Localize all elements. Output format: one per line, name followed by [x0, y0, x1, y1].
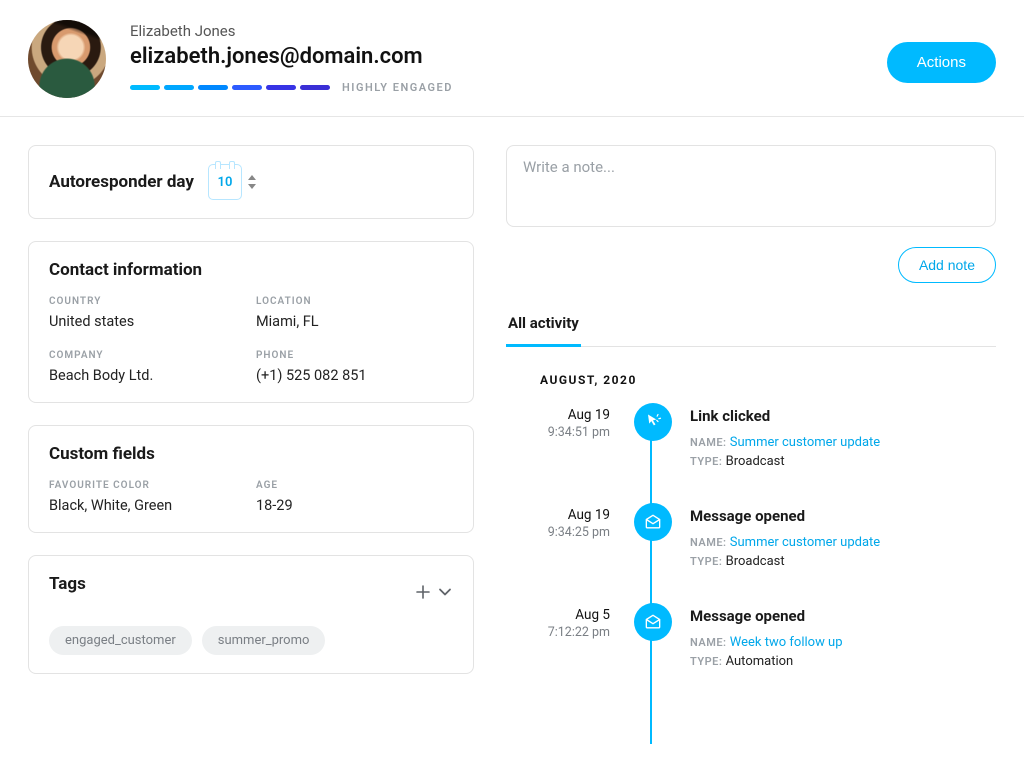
- message-open-icon: [634, 503, 672, 541]
- add-tag-icon[interactable]: [415, 584, 431, 600]
- timeline-item: Aug 19 9:34:25 pm Message opened: [506, 507, 996, 573]
- message-open-icon: [634, 603, 672, 641]
- contact-email: elizabeth.jones@domain.com: [130, 44, 996, 69]
- timeline-title: Message opened: [690, 607, 996, 625]
- timeline-campaign-link[interactable]: Summer customer update: [730, 535, 880, 550]
- activity-tabs: All activity: [506, 313, 996, 347]
- timeline-type: Broadcast: [726, 554, 785, 569]
- info-value: Black, White, Green: [49, 497, 246, 514]
- meta-label-name: NAME:: [690, 636, 727, 649]
- timeline-time: 7:12:22 pm: [506, 625, 610, 640]
- engagement-bar: [130, 85, 330, 90]
- info-label: AGE: [256, 480, 453, 491]
- contact-info-card: Contact information COUNTRY United state…: [28, 241, 474, 403]
- engagement-label: HIGHLY ENGAGED: [342, 81, 453, 94]
- info-value: United states: [49, 313, 246, 330]
- info-label: COMPANY: [49, 350, 246, 361]
- add-note-button[interactable]: Add note: [898, 247, 996, 283]
- meta-label-name: NAME:: [690, 536, 727, 549]
- meta-label-type: TYPE:: [690, 555, 722, 568]
- meta-label-name: NAME:: [690, 436, 727, 449]
- timeline-date: Aug 5: [506, 607, 610, 623]
- custom-fields-card: Custom fields FAVOURITE COLOR Black, Whi…: [28, 425, 474, 533]
- tags-card: Tags engaged_customer summer_promo: [28, 555, 474, 674]
- timeline-type: Broadcast: [726, 454, 785, 469]
- meta-label-type: TYPE:: [690, 455, 722, 468]
- contact-name: Elizabeth Jones: [130, 22, 996, 40]
- meta-label-type: TYPE:: [690, 655, 722, 668]
- activity-timeline: Aug 19 9:34:51 pm Link clicked N: [506, 407, 996, 707]
- actions-button[interactable]: Actions: [887, 42, 996, 83]
- contact-header: Elizabeth Jones elizabeth.jones@domain.c…: [0, 0, 1024, 117]
- timeline-campaign-link[interactable]: Summer customer update: [730, 435, 880, 450]
- info-label: PHONE: [256, 350, 453, 361]
- info-label: FAVOURITE COLOR: [49, 480, 246, 491]
- autoresponder-title: Autoresponder day: [49, 172, 194, 192]
- chevron-down-icon[interactable]: [437, 584, 453, 600]
- info-value: (+1) 525 082 851: [256, 367, 453, 384]
- info-label: LOCATION: [256, 296, 453, 307]
- link-click-icon: [634, 403, 672, 441]
- timeline-title: Message opened: [690, 507, 996, 525]
- avatar: [28, 20, 106, 98]
- timeline-type: Automation: [726, 654, 794, 669]
- activity-month-header: AUGUST, 2020: [540, 373, 996, 387]
- tag-chip[interactable]: engaged_customer: [49, 626, 192, 655]
- contact-info-heading: Contact information: [49, 260, 453, 280]
- info-value: Beach Body Ltd.: [49, 367, 246, 384]
- timeline-date: Aug 19: [506, 407, 610, 423]
- timeline-item: Aug 5 7:12:22 pm Message opened: [506, 607, 996, 673]
- timeline-date: Aug 19: [506, 507, 610, 523]
- tab-all-activity[interactable]: All activity: [506, 314, 581, 347]
- day-step-up-icon[interactable]: [248, 175, 256, 180]
- tag-chip[interactable]: summer_promo: [202, 626, 326, 655]
- info-value: 18-29: [256, 497, 453, 514]
- timeline-title: Link clicked: [690, 407, 996, 425]
- timeline-time: 9:34:25 pm: [506, 525, 610, 540]
- timeline-campaign-link[interactable]: Week two follow up: [730, 635, 843, 650]
- day-step-down-icon[interactable]: [248, 184, 256, 189]
- autoresponder-card: Autoresponder day 10: [28, 145, 474, 219]
- custom-fields-heading: Custom fields: [49, 444, 453, 464]
- timeline-time: 9:34:51 pm: [506, 425, 610, 440]
- tags-heading: Tags: [49, 574, 86, 594]
- info-value: Miami, FL: [256, 313, 453, 330]
- note-input[interactable]: [506, 145, 996, 227]
- autoresponder-day-value[interactable]: 10: [208, 164, 242, 200]
- info-label: COUNTRY: [49, 296, 246, 307]
- timeline-item: Aug 19 9:34:51 pm Link clicked N: [506, 407, 996, 473]
